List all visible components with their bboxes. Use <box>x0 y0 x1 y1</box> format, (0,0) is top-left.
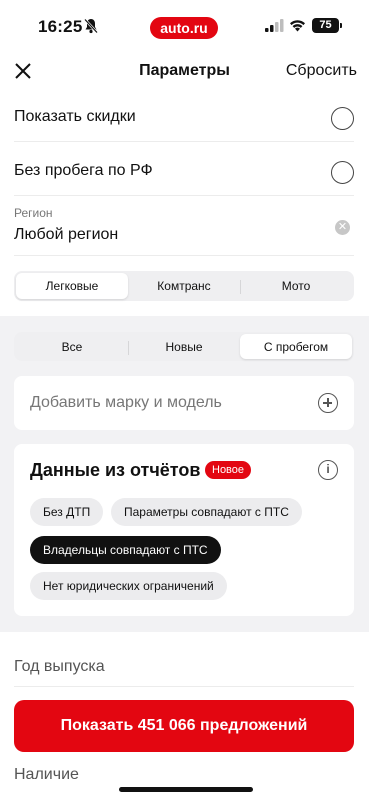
no-mileage-row[interactable]: Без пробега по РФ <box>14 150 354 196</box>
show-discounts-row[interactable]: Показать скидки <box>14 96 354 142</box>
chip-no-accidents[interactable]: Без ДТП <box>30 498 104 526</box>
tab-moto-label: Мото <box>281 279 311 293</box>
availability-field[interactable]: Наличие <box>14 766 79 784</box>
add-make-model-button[interactable]: Добавить марку и модель <box>14 376 354 430</box>
year-field[interactable]: Год выпуска <box>14 658 105 676</box>
tab-commercial[interactable]: Комтранс <box>128 273 240 299</box>
battery-icon: 75 <box>312 18 342 33</box>
clear-icon[interactable]: ✕ <box>335 220 350 235</box>
chip-owners-match[interactable]: Владельцы совпадают с ПТС <box>30 536 221 564</box>
status-bar: 16:25 auto.ru 75 <box>0 0 369 56</box>
divider <box>14 686 354 687</box>
vehicle-type-switch: Легковые Комтранс Мото <box>14 271 354 301</box>
reports-card: Данные из отчётов Новое i Без ДТП Параме… <box>14 444 354 616</box>
brand-logo: auto.ru <box>150 17 218 39</box>
add-make-model-label: Добавить марку и модель <box>30 394 222 411</box>
reset-button[interactable]: Сбросить <box>286 62 357 80</box>
chip-no-legal-restrictions[interactable]: Нет юридических ограничений <box>30 572 227 600</box>
info-icon[interactable]: i <box>318 460 338 480</box>
condition-switch: Все Новые С пробегом <box>14 332 354 361</box>
signal-icon <box>265 19 284 32</box>
chip-params-match[interactable]: Параметры совпадают с ПТС <box>111 498 302 526</box>
tab-moto[interactable]: Мото <box>240 273 352 299</box>
no-mileage-radio[interactable] <box>331 161 354 184</box>
wifi-icon <box>290 20 305 32</box>
reports-title: Данные из отчётов <box>30 460 201 480</box>
status-time: 16:25 <box>38 17 83 36</box>
region-value: Любой регион <box>14 226 119 243</box>
home-indicator <box>119 787 253 792</box>
tab-all[interactable]: Все <box>16 334 128 359</box>
new-badge: Новое <box>205 461 252 479</box>
segment-divider <box>240 280 241 294</box>
show-discounts-label: Показать скидки <box>14 108 136 125</box>
header: Параметры Сбросить <box>0 56 369 88</box>
segment-divider <box>128 341 129 355</box>
region-field[interactable]: Регион Любой регион ✕ <box>14 198 354 256</box>
bell-off-icon <box>84 18 98 34</box>
tab-new[interactable]: Новые <box>128 334 240 359</box>
show-offers-button[interactable]: Показать 451 066 предложений <box>14 700 354 752</box>
region-caption: Регион <box>14 206 53 220</box>
tab-used[interactable]: С пробегом <box>240 334 352 359</box>
tab-passenger[interactable]: Легковые <box>16 273 128 299</box>
tab-new-label: Новые <box>165 340 203 354</box>
show-discounts-radio[interactable] <box>331 107 354 130</box>
no-mileage-label: Без пробега по РФ <box>14 162 153 179</box>
plus-circle-icon <box>318 393 338 413</box>
